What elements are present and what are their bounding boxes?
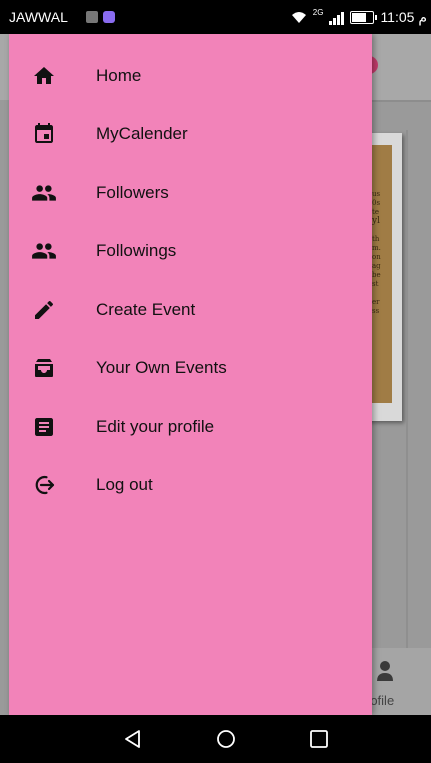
app-notification-icon — [103, 11, 115, 23]
background-column-line — [406, 130, 408, 650]
document-icon — [31, 414, 57, 440]
drawer-item-label: Create Event — [96, 300, 196, 319]
background-divider — [372, 100, 431, 102]
back-button[interactable] — [121, 727, 145, 751]
background-card-text: us 0s te yl th m. on ag be st er ss — [372, 190, 381, 315]
drawer-item-your-own-events[interactable]: Your Own Events — [9, 339, 372, 397]
drawer-item-label: Followings — [96, 241, 177, 260]
wifi-icon — [291, 12, 306, 23]
system-navigation-bar — [0, 715, 431, 763]
drawer-item-followings[interactable]: Followings — [9, 222, 372, 280]
back-triangle-icon — [125, 730, 140, 748]
drawer-item-create-event[interactable]: Create Event — [9, 281, 372, 339]
clock: 11:05 م — [380, 9, 427, 25]
drawer-item-label: Followers — [96, 183, 169, 202]
home-icon — [31, 63, 57, 89]
recents-square-icon — [310, 730, 328, 748]
drawer-item-mycalender[interactable]: MyCalender — [9, 105, 372, 163]
signal-icon — [329, 11, 345, 25]
people-icon — [31, 238, 57, 264]
pencil-icon — [31, 297, 57, 323]
people-icon — [31, 180, 57, 206]
drawer-item-label: Home — [96, 66, 142, 85]
logout-icon — [31, 472, 57, 498]
drawer-item-edit-profile[interactable]: Edit your profile — [9, 398, 372, 456]
battery-icon — [350, 11, 378, 24]
status-bar: JAWWAL 2G 11:05 م — [0, 0, 431, 34]
drawer-item-label: Your Own Events — [96, 358, 227, 377]
drawer-item-label: MyCalender — [96, 124, 188, 143]
drawer-item-home[interactable]: Home — [9, 47, 372, 105]
recents-button[interactable] — [307, 727, 331, 751]
inbox-icon — [31, 355, 57, 381]
drawer-item-followers[interactable]: Followers — [9, 164, 372, 222]
drawer-item-label: Log out — [96, 475, 153, 494]
calendar-icon — [31, 121, 57, 147]
gallery-notification-icon — [86, 11, 98, 23]
home-button[interactable] — [214, 727, 238, 751]
home-circle-icon — [217, 730, 235, 748]
carrier-name: JAWWAL — [9, 9, 68, 25]
drawer-item-label: Edit your profile — [96, 417, 215, 436]
drawer-item-log-out[interactable]: Log out — [9, 456, 372, 514]
person-icon — [377, 661, 393, 681]
network-type: 2G — [312, 8, 324, 17]
